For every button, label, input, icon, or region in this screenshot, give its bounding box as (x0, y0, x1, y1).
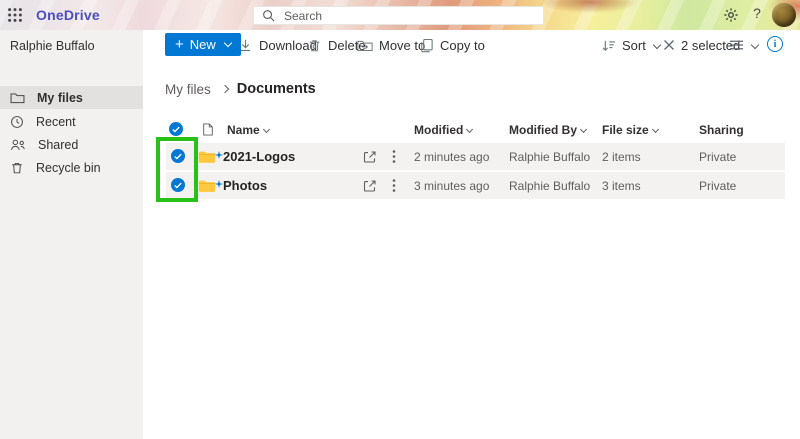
file-name[interactable]: Photos (223, 178, 267, 193)
people-icon (10, 138, 26, 151)
view-options-button[interactable] (729, 34, 758, 56)
copy-to-icon (419, 38, 434, 53)
copy-to-button[interactable]: Copy to (419, 34, 485, 56)
help-button[interactable]: ? (749, 5, 765, 21)
folder-icon (198, 179, 216, 193)
sidebar-item-label: Recent (36, 115, 76, 129)
download-icon (238, 38, 253, 53)
info-icon: i (774, 39, 777, 50)
breadcrumb-parent[interactable]: My files (165, 82, 211, 97)
copy-to-label: Copy to (440, 38, 485, 53)
sidebar-item-my-files[interactable]: My files (0, 86, 143, 109)
cell-file-size: 3 items (602, 179, 641, 193)
chevron-down-icon (652, 126, 659, 133)
file-name[interactable]: 2021-Logos (223, 149, 295, 164)
annotation-highlight-box (156, 137, 198, 202)
cell-modified: 3 minutes ago (414, 179, 489, 193)
cell-modified-by: Ralphie Buffalo (509, 179, 590, 193)
sort-button[interactable]: Sort (601, 34, 660, 56)
column-header-name[interactable]: Name (227, 123, 269, 137)
sidebar: Ralphie Buffalo My files Recent (0, 30, 143, 439)
onedrive-window: OneDrive ? Ralphie Buffalo (0, 0, 800, 439)
column-header-modified[interactable]: Modified (414, 123, 472, 137)
new-button-label: New (190, 37, 216, 52)
chevron-down-icon (653, 41, 661, 49)
more-options-icon[interactable] (392, 149, 396, 169)
plus-icon: + (175, 37, 184, 52)
search-bar[interactable] (253, 6, 544, 25)
share-icon[interactable] (362, 149, 378, 170)
column-header-modified-by[interactable]: Modified By (509, 123, 586, 137)
folder-icon (198, 150, 216, 164)
list-view-icon (729, 39, 744, 51)
cell-file-size: 2 items (602, 150, 641, 164)
cell-modified: 2 minutes ago (414, 150, 489, 164)
move-to-button[interactable]: Move to (357, 34, 425, 56)
settings-button[interactable] (722, 6, 740, 24)
sidebar-item-recent[interactable]: Recent (0, 110, 143, 133)
column-header-sharing[interactable]: Sharing (699, 123, 744, 137)
clock-icon (10, 115, 24, 129)
app-title: OneDrive (36, 7, 100, 23)
search-icon (262, 9, 275, 22)
cell-sharing: Private (699, 150, 736, 164)
sidebar-item-recycle-bin[interactable]: Recycle bin (0, 156, 143, 179)
sort-label: Sort (622, 38, 646, 53)
search-input[interactable] (282, 8, 535, 24)
cell-modified-by: Ralphie Buffalo (509, 150, 590, 164)
chevron-down-icon (224, 39, 232, 47)
waffle-icon (7, 10, 23, 27)
chevron-down-icon (466, 126, 473, 133)
move-to-icon (357, 39, 373, 52)
document-type-icon (202, 122, 214, 137)
recycle-bin-icon (10, 161, 24, 175)
account-avatar[interactable] (772, 3, 796, 27)
account-owner-name: Ralphie Buffalo (10, 39, 95, 53)
details-pane-button[interactable]: i (767, 36, 783, 52)
chevron-down-icon (751, 41, 759, 49)
chevron-down-icon (580, 126, 587, 133)
share-icon[interactable] (362, 178, 378, 199)
column-header-file-size[interactable]: File size (602, 123, 658, 137)
table-row-photos[interactable]: Photos 3 minutes ago Ralphie Buffalo 3 i… (166, 172, 785, 199)
sidebar-item-label: My files (37, 91, 83, 105)
folder-icon (10, 92, 25, 104)
chevron-down-icon (263, 126, 270, 133)
new-item-indicator-icon (215, 175, 223, 193)
close-icon (663, 39, 675, 51)
chevron-right-icon (221, 85, 229, 93)
download-button[interactable]: Download (238, 34, 317, 56)
select-all-checkbox[interactable] (169, 122, 183, 136)
sidebar-item-label: Recycle bin (36, 161, 101, 175)
sidebar-item-label: Shared (38, 138, 78, 152)
delete-icon (307, 38, 322, 53)
new-button[interactable]: + New (165, 33, 241, 56)
breadcrumb-current: Documents (237, 81, 316, 97)
more-options-icon[interactable] (392, 178, 396, 198)
cell-sharing: Private (699, 179, 736, 193)
sidebar-item-shared[interactable]: Shared (0, 133, 143, 156)
gear-icon (723, 7, 739, 23)
suite-bar: OneDrive ? (0, 0, 800, 30)
app-launcher-button[interactable] (7, 7, 23, 23)
breadcrumb: My files Documents (165, 81, 316, 97)
sort-icon (601, 38, 616, 53)
new-item-indicator-icon (215, 146, 223, 164)
table-row-2021-logos[interactable]: 2021-Logos 2 minutes ago Ralphie Buffalo… (166, 143, 785, 170)
